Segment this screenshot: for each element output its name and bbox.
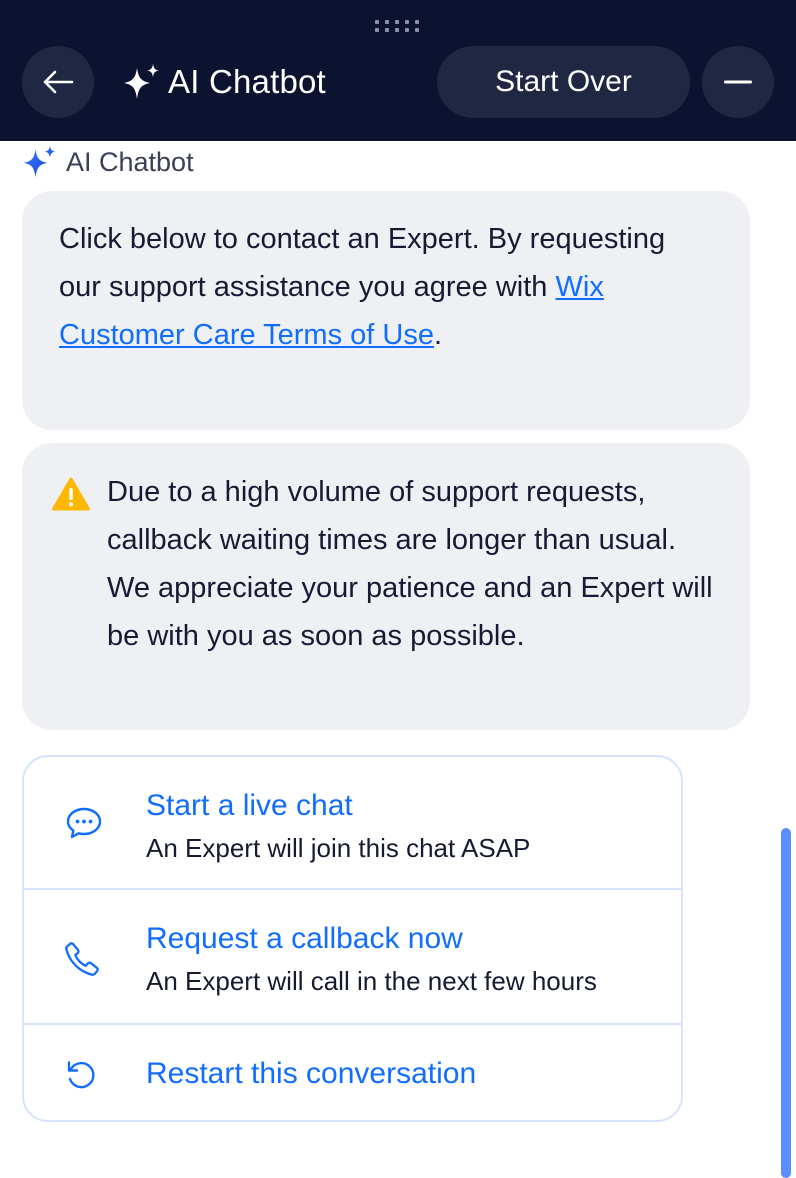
terms-text-end: . — [433, 319, 443, 351]
option-start-live-chat[interactable]: Start a live chat An Expert will join th… — [24, 757, 681, 890]
message-sender: AI Chatbot — [22, 144, 194, 180]
header-title-text: AI Chatbot — [168, 63, 326, 100]
option-title: Restart this conversation — [146, 1057, 477, 1090]
chat-bubble-icon — [66, 807, 102, 839]
contact-options: Start a live chat An Expert will join th… — [22, 755, 683, 1122]
minus-icon — [724, 80, 752, 84]
warning-text: Due to a high volume of support requests… — [107, 476, 713, 652]
sparkle-icon — [124, 64, 159, 99]
back-button[interactable] — [22, 46, 94, 118]
minimize-button[interactable] — [702, 46, 774, 118]
start-over-button[interactable]: Start Over — [437, 46, 690, 118]
scrollbar-thumb[interactable] — [781, 828, 791, 1178]
chat-header: AI Chatbot Start Over — [0, 0, 796, 141]
option-request-callback[interactable]: Request a callback now An Expert will ca… — [24, 890, 681, 1025]
option-subtitle: An Expert will join this chat ASAP — [146, 833, 531, 863]
option-title: Start a live chat — [146, 789, 353, 822]
sparkle-icon — [23, 145, 56, 178]
header-title: AI Chatbot — [122, 58, 326, 106]
option-subtitle: An Expert will call in the next few hour… — [146, 966, 597, 996]
message-bubble-terms: Click below to contact an Expert. By req… — [22, 191, 750, 430]
drag-handle[interactable] — [375, 20, 421, 34]
restart-icon — [67, 1061, 95, 1089]
option-restart-conversation[interactable]: Restart this conversation — [24, 1025, 681, 1120]
sender-name: AI Chatbot — [66, 146, 194, 177]
phone-icon — [65, 942, 99, 976]
warning-icon — [52, 477, 90, 511]
option-title: Request a callback now — [146, 922, 463, 955]
arrow-left-icon — [43, 70, 74, 94]
message-bubble-warning: Due to a high volume of support requests… — [22, 443, 750, 730]
